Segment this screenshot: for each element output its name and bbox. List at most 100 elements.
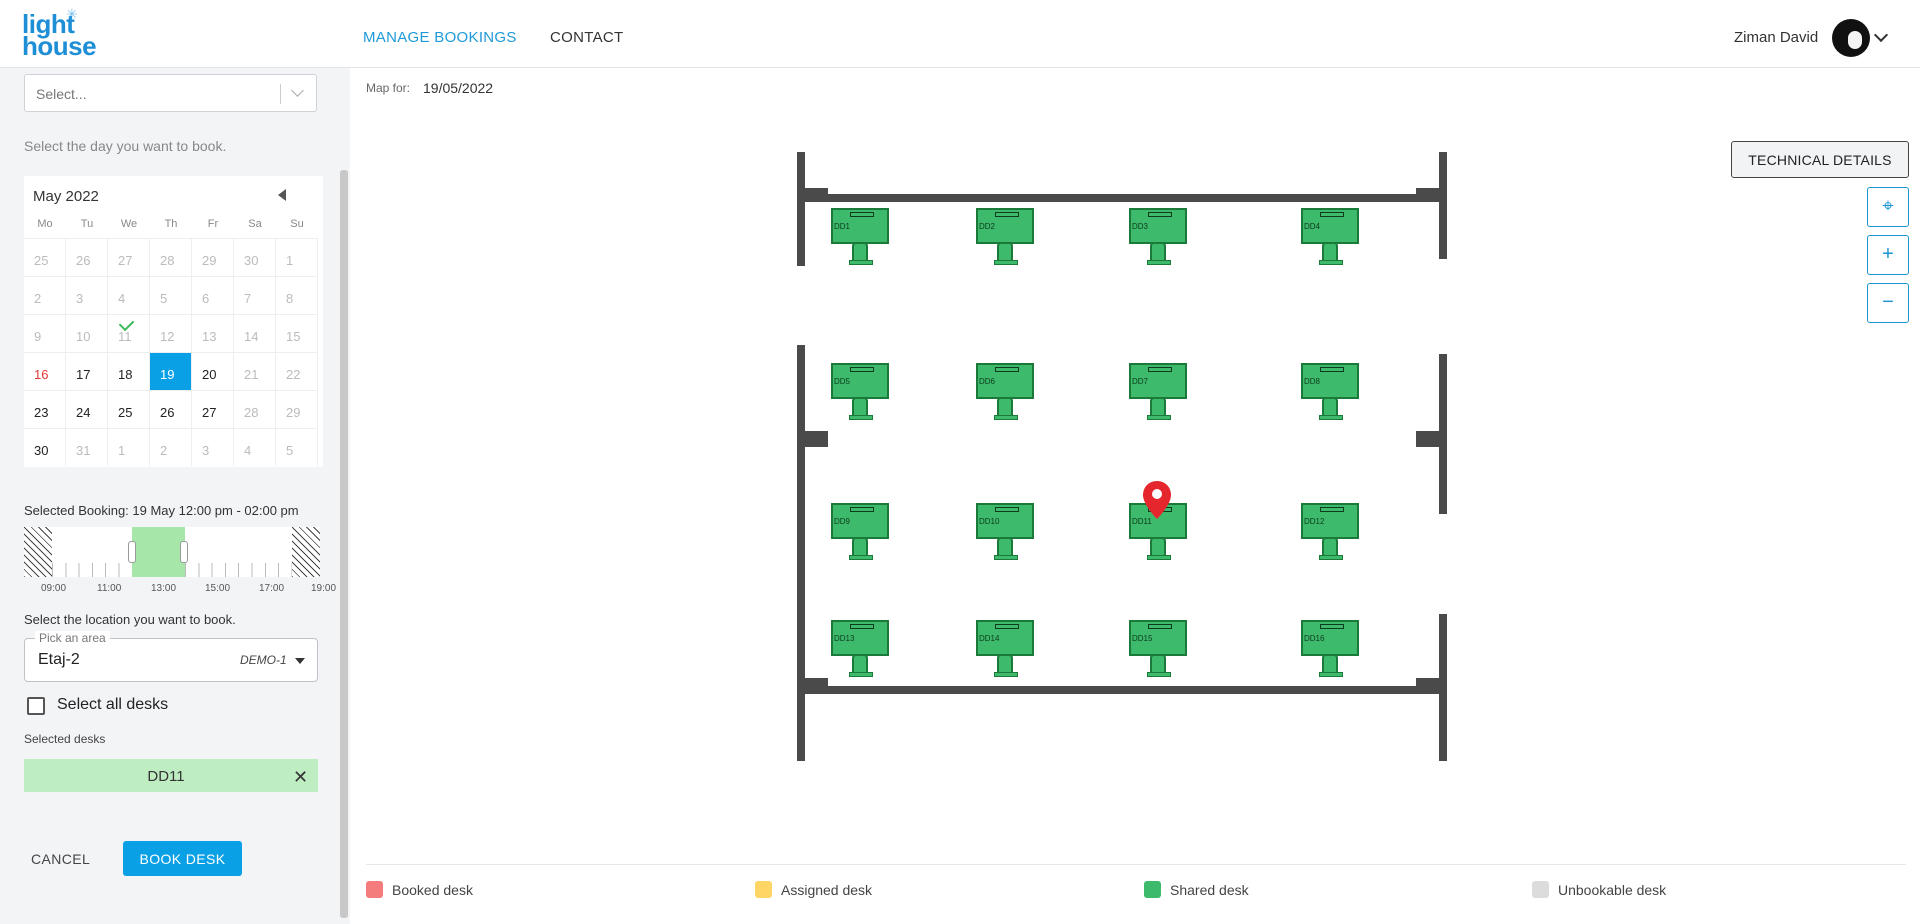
- calendar-day[interactable]: 10: [66, 314, 108, 352]
- calendar-day[interactable]: 30: [234, 238, 276, 276]
- desk-dd4[interactable]: DD4: [1301, 208, 1361, 268]
- technical-details-button[interactable]: TECHNICAL DETAILS: [1731, 141, 1909, 178]
- locate-button[interactable]: ⌖: [1867, 187, 1909, 227]
- nav-contact[interactable]: CONTACT: [550, 29, 623, 46]
- selected-desks-label: Selected desks: [24, 732, 106, 746]
- close-icon[interactable]: ✕: [293, 767, 308, 788]
- calendar-day[interactable]: 31: [66, 428, 108, 466]
- calendar-day[interactable]: 29: [276, 390, 318, 428]
- day-number: 4: [118, 291, 126, 306]
- cancel-button[interactable]: CANCEL: [22, 844, 100, 874]
- dropdown-arrow-icon[interactable]: [295, 658, 305, 664]
- chair-icon: [849, 654, 873, 677]
- calendar-day[interactable]: 15: [276, 314, 318, 352]
- zoom-in-button[interactable]: +: [1867, 235, 1909, 275]
- desk-dd16[interactable]: DD16: [1301, 620, 1361, 680]
- calendar-day[interactable]: 27: [108, 238, 150, 276]
- calendar-day[interactable]: 28: [150, 238, 192, 276]
- desk-label: DD4: [1304, 222, 1321, 231]
- calendar-day[interactable]: 3: [192, 428, 234, 466]
- desk-dd7[interactable]: DD7: [1129, 363, 1189, 423]
- calendar-day[interactable]: 30: [24, 428, 66, 466]
- calendar-day[interactable]: 26: [66, 238, 108, 276]
- calendar-day[interactable]: 24: [66, 390, 108, 428]
- calendar-day[interactable]: 1: [276, 238, 318, 276]
- start-handle[interactable]: [128, 541, 136, 563]
- desk-dd5[interactable]: DD5: [831, 363, 891, 423]
- calendar-day[interactable]: 2: [24, 276, 66, 314]
- calendar-day[interactable]: 5: [150, 276, 192, 314]
- calendar-day[interactable]: 20: [192, 352, 234, 390]
- area-select[interactable]: Pick an area Etaj-2 DEMO-1: [24, 631, 318, 682]
- desk-dd15[interactable]: DD15: [1129, 620, 1189, 680]
- desk-label: DD2: [979, 222, 996, 231]
- calendar-day[interactable]: 27: [192, 390, 234, 428]
- calendar-day[interactable]: 26: [150, 390, 192, 428]
- user-name[interactable]: Ziman David: [1734, 29, 1818, 46]
- chair-icon: [994, 654, 1018, 677]
- wall: [1416, 678, 1439, 692]
- desk-dd8[interactable]: DD8: [1301, 363, 1361, 423]
- calendar-day[interactable]: 16: [24, 352, 66, 390]
- chair-icon: [1147, 242, 1171, 265]
- calendar-day[interactable]: 12: [150, 314, 192, 352]
- calendar-day[interactable]: 21: [234, 352, 276, 390]
- calendar-day[interactable]: 2: [150, 428, 192, 466]
- calendar-day[interactable]: 11: [108, 314, 150, 352]
- book-desk-button[interactable]: BOOK DESK: [123, 841, 242, 876]
- calendar-day[interactable]: 18: [108, 352, 150, 390]
- select-all-label[interactable]: Select all desks: [57, 696, 168, 714]
- chevron-down-icon[interactable]: [1873, 27, 1889, 43]
- calendar-day[interactable]: 7: [234, 276, 276, 314]
- desk-dd14[interactable]: DD14: [976, 620, 1036, 680]
- select-all-checkbox[interactable]: [27, 697, 45, 715]
- day-number: 18: [118, 367, 133, 382]
- prev-month-icon[interactable]: [278, 189, 286, 201]
- weekday-label: Tu: [80, 218, 94, 230]
- desk-dd12[interactable]: DD12: [1301, 503, 1361, 563]
- calendar-day[interactable]: 29: [192, 238, 234, 276]
- desk-dd3[interactable]: DD3: [1129, 208, 1189, 268]
- time-label: 09:00: [41, 583, 67, 594]
- desk-dd1[interactable]: DD1: [831, 208, 891, 268]
- calendar-day[interactable]: 28: [234, 390, 276, 428]
- desk-dd6[interactable]: DD6: [976, 363, 1036, 423]
- desk-dd2[interactable]: DD2: [976, 208, 1036, 268]
- calendar-day[interactable]: 8: [276, 276, 318, 314]
- calendar-day[interactable]: 1: [108, 428, 150, 466]
- calendar-day[interactable]: 5: [276, 428, 318, 466]
- calendar-day-selected[interactable]: 19: [150, 352, 192, 390]
- sidebar-scrollbar[interactable]: [340, 170, 348, 918]
- calendar-day[interactable]: 9: [24, 314, 66, 352]
- wall: [805, 188, 828, 202]
- desk-dd9[interactable]: DD9: [831, 503, 891, 563]
- zoom-out-button[interactable]: −: [1867, 283, 1909, 323]
- calendar-day[interactable]: 25: [24, 238, 66, 276]
- calendar-day[interactable]: 14: [234, 314, 276, 352]
- chair-icon: [1319, 397, 1343, 420]
- lighthouse-logo[interactable]: ✳ light house: [22, 6, 102, 59]
- calendar-day[interactable]: 25: [108, 390, 150, 428]
- calendar-day[interactable]: 4: [108, 276, 150, 314]
- desk-label: DD1: [834, 222, 851, 231]
- end-handle[interactable]: [180, 541, 188, 563]
- desk-dd13[interactable]: DD13: [831, 620, 891, 680]
- nav-manage-bookings[interactable]: MANAGE BOOKINGS: [363, 29, 517, 46]
- selected-desk-chip: DD11 ✕: [24, 759, 318, 792]
- desk-dd10[interactable]: DD10: [976, 503, 1036, 563]
- selected-time-range[interactable]: [132, 527, 185, 577]
- calendar-day[interactable]: 4: [234, 428, 276, 466]
- swatch: [366, 881, 383, 898]
- avatar[interactable]: [1832, 19, 1870, 57]
- day-number: 5: [286, 443, 294, 458]
- calendar-day[interactable]: 17: [66, 352, 108, 390]
- calendar-day[interactable]: 3: [66, 276, 108, 314]
- calendar-day[interactable]: 6: [192, 276, 234, 314]
- plus-icon: +: [1882, 243, 1894, 265]
- calendar-day[interactable]: 22: [276, 352, 318, 390]
- calendar-day[interactable]: 23: [24, 390, 66, 428]
- building-select[interactable]: Select...: [24, 74, 317, 112]
- chevron-down-icon[interactable]: [291, 84, 304, 97]
- calendar-day[interactable]: 13: [192, 314, 234, 352]
- time-slider[interactable]: [24, 527, 320, 577]
